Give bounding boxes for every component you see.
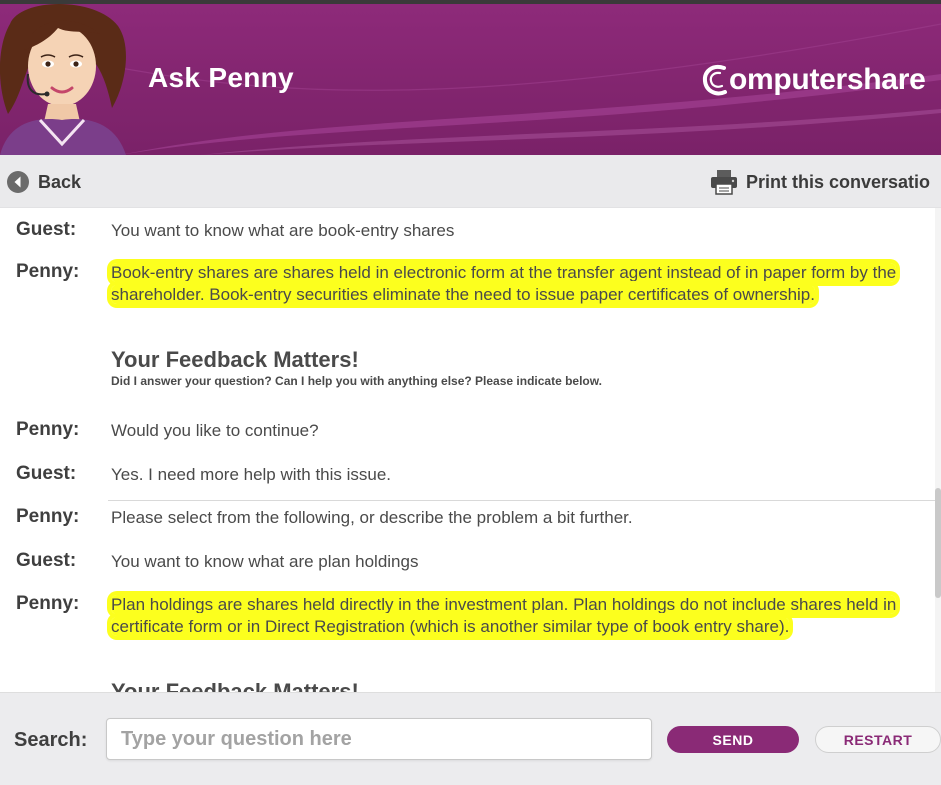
message-text: You want to know what are plan holdings xyxy=(111,552,419,571)
scrollbar-thumb[interactable] xyxy=(935,488,941,598)
message-row: Guest: You want to know what are plan ho… xyxy=(0,550,935,576)
search-input[interactable] xyxy=(106,718,652,760)
message-row: Guest: You want to know what are book-en… xyxy=(0,219,935,245)
back-arrow-icon xyxy=(7,171,29,193)
message-text: Would you like to continue? xyxy=(111,421,319,440)
highlighted-answer: Book-entry shares are shares held in ele… xyxy=(111,263,897,304)
conversation-panel[interactable]: Guest: You want to know what are book-en… xyxy=(0,208,941,692)
speaker-label: Guest: xyxy=(16,550,77,571)
search-footer: Search: SEND RESTART xyxy=(0,692,941,785)
restart-button[interactable]: RESTART xyxy=(815,726,941,753)
message-text: Please select from the following, or des… xyxy=(111,508,633,527)
message-text: Plan holdings are shares held directly i… xyxy=(111,594,926,638)
speaker-label: Guest: xyxy=(16,463,77,484)
speaker-label: Penny: xyxy=(16,419,80,440)
feedback-subtitle: Did I answer your question? Can I help y… xyxy=(111,374,602,388)
send-button[interactable]: SEND xyxy=(667,726,799,753)
highlighted-answer: Plan holdings are shares held directly i… xyxy=(111,595,897,636)
speaker-label: Guest: xyxy=(16,219,77,240)
conversation-scrollbar[interactable] xyxy=(935,208,941,692)
feedback-title: Your Feedback Matters! xyxy=(111,347,359,372)
search-label: Search: xyxy=(14,729,88,751)
speaker-label: Penny: xyxy=(16,593,80,614)
back-button[interactable]: Back xyxy=(6,170,81,194)
toolbar: Back Print this conversatio xyxy=(0,155,941,208)
print-conversation-button[interactable]: Print this conversatio xyxy=(710,169,930,195)
app-title: Ask Penny xyxy=(148,62,294,93)
message-row: Penny: Please select from the following,… xyxy=(0,506,935,532)
speaker-label: Penny: xyxy=(16,261,80,282)
message-row: Guest: Yes. I need more help with this i… xyxy=(0,463,935,489)
print-label: Print this conversatio xyxy=(746,171,931,192)
printer-icon xyxy=(711,170,737,195)
message-row: Penny: Book-entry shares are shares held… xyxy=(0,261,935,311)
message-text: Yes. I need more help with this issue. xyxy=(111,465,392,484)
message-text: Book-entry shares are shares held in ele… xyxy=(111,262,926,306)
penny-avatar-icon xyxy=(0,4,126,155)
brand-name: omputershare xyxy=(729,63,926,96)
message-text: You want to know what are book-entry sha… xyxy=(111,221,455,240)
message-row: Penny: Plan holdings are shares held dir… xyxy=(0,593,935,643)
message-row: Penny: Would you like to continue? xyxy=(0,419,935,445)
app-header: Ask Penny omputershare xyxy=(0,4,941,155)
conversation-divider xyxy=(108,500,935,501)
speaker-label: Penny: xyxy=(16,506,80,527)
computershare-logo: omputershare xyxy=(702,62,926,98)
computershare-c-mark-icon xyxy=(702,65,727,96)
feedback-title-partial: Your Feedback Matters! xyxy=(111,679,359,692)
back-label: Back xyxy=(38,171,82,192)
